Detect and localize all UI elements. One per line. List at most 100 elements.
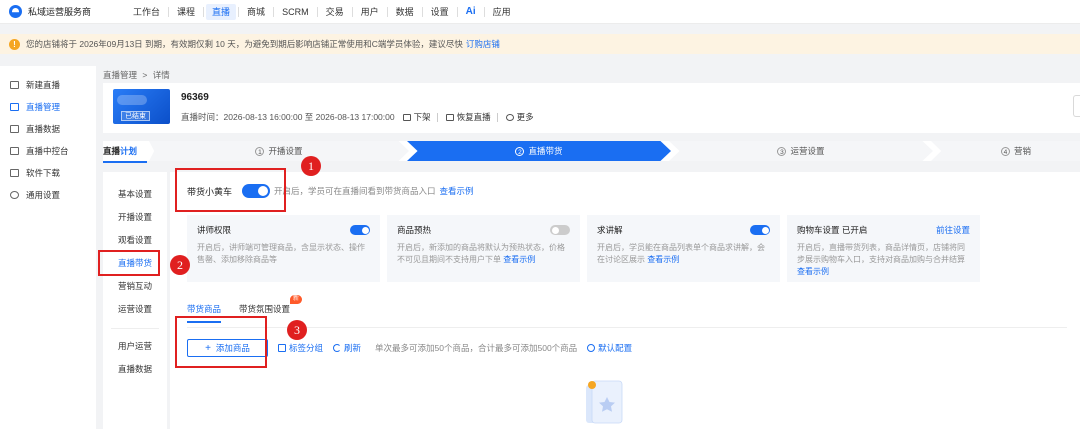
nav-item-settings[interactable]: 设置: [425, 4, 455, 20]
expiry-notice: ! 您的店铺将于 2026年09月13日 到期，有效期仅剩 10 天，为避免到期…: [0, 34, 1080, 54]
live-plan-steps: 直播计划 1 开播设置 2 直播带货 3 运营设置 4 营销: [103, 141, 1080, 163]
nav-item-apps[interactable]: 应用: [487, 4, 517, 20]
annotation-box-1: [175, 168, 286, 212]
annotation-number-2: 2: [170, 255, 190, 275]
breadcrumb-parent[interactable]: 直播管理: [103, 70, 137, 80]
sidebar-item-label: 直播中控台: [26, 146, 69, 156]
sidebar-item-console[interactable]: 直播中控台: [0, 140, 96, 162]
sidebar-item-new-live[interactable]: 新建直播: [0, 74, 96, 96]
card-request-explain: 求讲解 开启后，学员能在商品列表单个商品求讲解，会在讨论区展示 查看示例: [587, 215, 780, 282]
take-down-icon: [402, 113, 411, 121]
nav-item-mall[interactable]: 商城: [241, 4, 271, 20]
step-label: 直播带货: [528, 146, 563, 156]
request-explain-switch[interactable]: [750, 225, 770, 235]
annotation-box-2: [98, 250, 160, 276]
new-badge: 新: [290, 295, 303, 304]
card-desc: 开启后，新添加的商品将默认为预热状态，价格不可见且期间不支持用户下单: [397, 243, 565, 264]
action-divider: [496, 112, 498, 122]
new-live-icon: [10, 81, 19, 89]
sub-item-live-data[interactable]: 直播数据: [103, 358, 167, 381]
sidebar-item-live-data[interactable]: 直播数据: [0, 118, 96, 140]
feature-cards: 讲师权限 开启后，讲师端可管理商品，含显示状态、操作售罄、添加移除商品等 商品预…: [187, 215, 987, 282]
app-name: 私域运营服务商: [28, 7, 92, 17]
notice-text: 您的店铺将于 2026年09月13日 到期，有效期仅剩 10 天，为避免到期后影…: [26, 39, 463, 49]
sub-sidebar-divider: [111, 321, 159, 329]
app-logo[interactable]: 私域运营服务商: [9, 5, 127, 18]
sub-item-marketing[interactable]: 营销互动: [103, 275, 167, 298]
right-edge-button[interactable]: [1073, 95, 1080, 117]
warning-icon: !: [9, 38, 20, 50]
sub-item-broadcast[interactable]: 开播设置: [103, 206, 167, 229]
sub-item-basic[interactable]: 基本设置: [103, 183, 167, 206]
sidebar-item-download[interactable]: 软件下载: [0, 162, 96, 184]
step-operation-settings[interactable]: 3 运营设置: [669, 141, 933, 161]
tabs-divider: [187, 327, 1067, 328]
card-product-preheat: 商品预热 开启后，新添加的商品将默认为预热状态，价格不可见且期间不支持用户下单 …: [387, 215, 580, 282]
empty-state-illustration: [586, 380, 623, 424]
live-data-icon: [10, 125, 19, 133]
refresh-link[interactable]: 刷新: [333, 342, 361, 354]
request-explain-example-link[interactable]: 查看示例: [647, 255, 679, 264]
nav-item-scrm[interactable]: SCRM: [276, 4, 315, 20]
nav-divider: [203, 6, 205, 17]
cart-example-link[interactable]: 查看示例: [440, 185, 474, 197]
nav-divider: [168, 6, 170, 17]
more-icon: [505, 113, 514, 121]
refresh-label: 刷新: [344, 343, 362, 353]
card-title-wrap: 购物车设置 已开启: [797, 224, 867, 236]
card-cart-settings: 购物车设置 已开启 前往设置 开启后，直播带货列表，商品详情页，店铺将同步展示购…: [787, 215, 980, 282]
nav-divider: [238, 6, 240, 17]
nav-item-course[interactable]: 课程: [171, 4, 201, 20]
take-down-button[interactable]: 下架: [402, 111, 431, 123]
tag-group-link[interactable]: 标签分组: [278, 342, 323, 354]
action-divider: [436, 112, 438, 122]
cart-settings-example-link[interactable]: 查看示例: [797, 267, 829, 276]
step-live-commerce[interactable]: 2 直播带货: [407, 141, 671, 161]
console-icon: [10, 147, 19, 155]
nav-divider: [386, 6, 388, 17]
live-time-row: 直播时间： 2026-08-13 16:00:00 至 2026-08-13 1…: [181, 111, 534, 123]
step-marketing[interactable]: 4 营销: [931, 141, 1080, 161]
lecturer-permission-switch[interactable]: [350, 225, 370, 235]
nav-divider: [316, 6, 318, 17]
live-info-card: 已结束 96369 直播时间： 2026-08-13 16:00:00 至 20…: [103, 83, 1080, 133]
left-sidebar: 新建直播 直播管理 直播数据 直播中控台 软件下载 通用设置: [0, 66, 96, 429]
sub-item-user-ops[interactable]: 用户运营: [103, 335, 167, 358]
sidebar-item-general-settings[interactable]: 通用设置: [0, 184, 96, 206]
nav-item-workbench[interactable]: 工作台: [127, 4, 166, 20]
default-config-link[interactable]: 默认配置: [587, 342, 632, 354]
renew-store-link[interactable]: 订购店铺: [466, 38, 500, 50]
resume-live-button[interactable]: 恢复直播: [445, 111, 491, 123]
breadcrumb-current: 详情: [152, 70, 170, 80]
tag-group-icon: [278, 344, 286, 352]
top-navbar: 私域运营服务商 工作台 课程 直播 商城 SCRM 交易 用户 数据 设置 Ai…: [0, 0, 1080, 24]
step-broadcast-settings[interactable]: 1 开播设置: [149, 141, 409, 161]
preheat-switch[interactable]: [550, 225, 570, 235]
go-settings-link[interactable]: 前往设置: [936, 224, 970, 236]
nav-item-user[interactable]: 用户: [355, 4, 385, 20]
nav-item-live[interactable]: 直播: [206, 3, 237, 20]
steps-label-prefix: 直播: [103, 146, 121, 156]
live-id: 96369: [181, 92, 209, 103]
breadcrumb: 直播管理 > 详情: [103, 69, 173, 81]
nav-item-data[interactable]: 数据: [390, 4, 420, 20]
live-commerce-panel: 带货小黄车 开启后，学员可在直播间看到带货商品入口 查看示例 讲师权限 开启后，…: [170, 172, 1080, 429]
card-desc-wrap: 开启后，新添加的商品将默认为预热状态，价格不可见且期间不支持用户下单 查看示例: [397, 242, 570, 266]
card-title: 求讲解: [597, 225, 623, 235]
step-label: 开播设置: [268, 146, 303, 156]
card-lecturer-permission: 讲师权限 开启后，讲师端可管理商品，含显示状态、操作售罄、添加移除商品等: [187, 215, 380, 282]
card-desc: 开启后，学员能在商品列表单个商品求讲解，会在讨论区展示: [597, 243, 765, 264]
nav-divider: [421, 6, 423, 17]
card-desc: 开启后，直播带货列表，商品详情页，店铺将同步展示购物车入口，支持对商品加购与合并…: [797, 243, 965, 264]
preheat-example-link[interactable]: 查看示例: [503, 255, 535, 264]
steps-label-suffix: 计划: [120, 146, 138, 156]
nav-item-ai[interactable]: Ai: [460, 4, 482, 20]
take-down-label: 下架: [413, 112, 431, 122]
sidebar-item-live-manage[interactable]: 直播管理: [0, 96, 96, 118]
sub-item-viewing[interactable]: 观看设置: [103, 229, 167, 252]
step-number: 1: [255, 147, 265, 156]
sub-item-operation[interactable]: 运营设置: [103, 298, 167, 321]
more-button[interactable]: 更多: [505, 111, 534, 123]
main-nav: 工作台 课程 直播 商城 SCRM 交易 用户 数据 设置 Ai 应用: [127, 0, 517, 24]
nav-item-trade[interactable]: 交易: [320, 4, 350, 20]
